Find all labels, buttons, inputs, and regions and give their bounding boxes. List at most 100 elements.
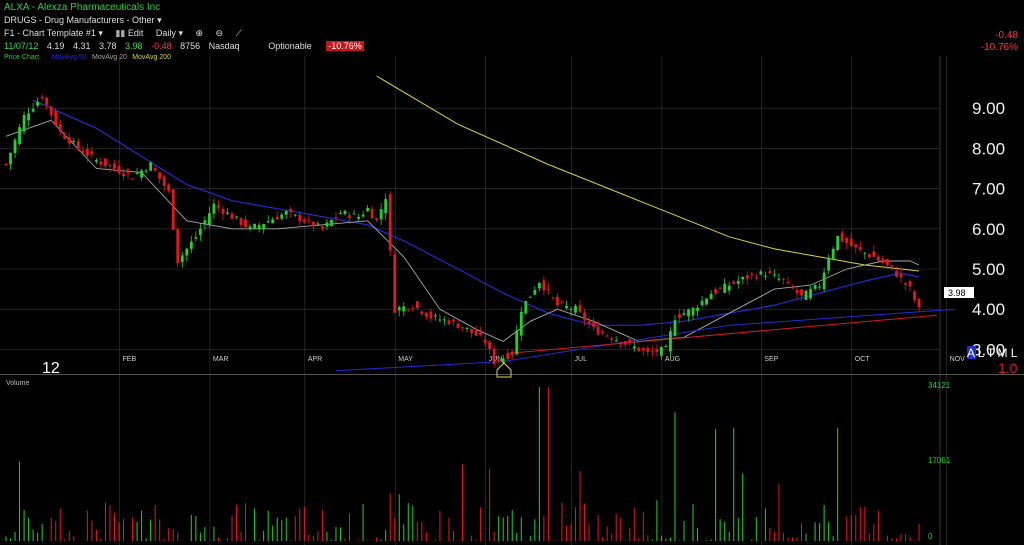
price-chart[interactable]: 9.008.007.006.005.004.003.00 FEB MAR APR MA… [0, 0, 1024, 545]
candle-body [36, 101, 40, 106]
candle-body [171, 189, 175, 230]
volume-tick-label: 34121 [928, 381, 951, 390]
candle-body [13, 139, 17, 154]
candle-body [673, 320, 677, 336]
candle-body [167, 184, 171, 192]
candle-body [108, 165, 112, 167]
candle-body [293, 214, 297, 216]
candle-body [438, 319, 442, 321]
candle-body [632, 346, 636, 349]
candle-body [244, 219, 247, 228]
legend-item[interactable]: MovAvg 20 [92, 54, 127, 61]
candle-body [104, 158, 107, 167]
candle-body [908, 281, 912, 287]
y-tick-label: 5.00 [972, 260, 1005, 279]
candle-body [664, 345, 668, 347]
candle-body [913, 291, 916, 300]
candle-body [424, 312, 428, 318]
candle-body [275, 216, 279, 220]
candle-body [307, 219, 311, 221]
legend-item[interactable]: Price Chart [4, 54, 39, 61]
candle-body [872, 251, 876, 257]
candle-body [741, 276, 745, 280]
y-tick-label: 9.00 [972, 99, 1005, 118]
support-trendline-red [507, 314, 938, 354]
candle-body [343, 210, 347, 215]
candle-body [637, 347, 641, 352]
candle-body [135, 173, 139, 175]
month-label: NOV [950, 356, 966, 363]
legend-item[interactable]: MovAvg 50 [52, 54, 87, 61]
candle-body [492, 348, 496, 364]
candle-body [687, 309, 690, 317]
candle-body [660, 346, 663, 356]
month-label: FEB [123, 356, 137, 363]
candle-body [198, 228, 202, 236]
candle-body [140, 170, 143, 178]
candle-body [113, 163, 116, 169]
candle-body [95, 160, 98, 162]
candle-body [691, 307, 695, 316]
candle-body [384, 199, 388, 214]
candle-body [452, 319, 455, 322]
candle-body [650, 351, 654, 353]
month-label: SEP [764, 356, 778, 363]
candle-body [501, 358, 505, 364]
candle-body [610, 338, 614, 340]
moving-averages [5, 75, 956, 372]
candle-body [682, 313, 686, 315]
candle-body [63, 134, 67, 139]
candle-body [420, 311, 424, 315]
candle-body [443, 319, 446, 321]
candle-body [45, 97, 49, 105]
candle-body [271, 219, 275, 224]
candle-body [528, 296, 532, 298]
candle-body [782, 278, 785, 280]
candle-body [497, 360, 501, 362]
candle-body [72, 141, 76, 143]
candle-body [917, 298, 921, 308]
candle-body [786, 281, 790, 283]
candle-body [727, 285, 731, 291]
month-label: AUG [665, 356, 680, 363]
candle-body [483, 339, 487, 343]
candle-body [388, 194, 392, 251]
legend: Price Chart MovAvg 50 MovAvg 20 MovAvg 200 [4, 54, 171, 61]
panel-divider [0, 374, 1024, 375]
legend-item[interactable]: MovAvg 200 [132, 54, 171, 61]
candle-body [705, 298, 708, 305]
candle-body [370, 208, 374, 219]
candle-body [58, 124, 62, 132]
candle-body [542, 280, 546, 291]
candle-body [795, 289, 799, 294]
indicator-codes[interactable]: A L T M L [967, 346, 1018, 360]
candle-body [700, 300, 704, 306]
candle-body [714, 289, 718, 294]
candle-body [226, 212, 229, 214]
candle-body [149, 162, 153, 171]
candle-body [763, 275, 767, 277]
candle-body [176, 228, 180, 264]
candle-body [361, 214, 365, 217]
candle-body [203, 220, 207, 225]
candle-body [818, 286, 821, 288]
candle-body [208, 213, 211, 225]
candle-body [519, 311, 523, 336]
candle-body [569, 309, 573, 311]
candle-body [117, 165, 121, 174]
candle-body [800, 289, 803, 296]
candle-body [447, 320, 451, 325]
candle-body [194, 237, 198, 239]
candle-body [185, 248, 189, 256]
candle-body [22, 114, 26, 132]
candle-body [366, 208, 369, 212]
candle-body [302, 220, 306, 223]
volume-tick-label: 17061 [928, 456, 951, 465]
candle-body [85, 149, 89, 157]
candle-body [330, 219, 333, 226]
candle-body [321, 226, 324, 229]
candle-body [547, 288, 550, 290]
candle-body [339, 213, 342, 215]
candle-body [31, 108, 35, 112]
month-label: OCT [855, 356, 871, 363]
